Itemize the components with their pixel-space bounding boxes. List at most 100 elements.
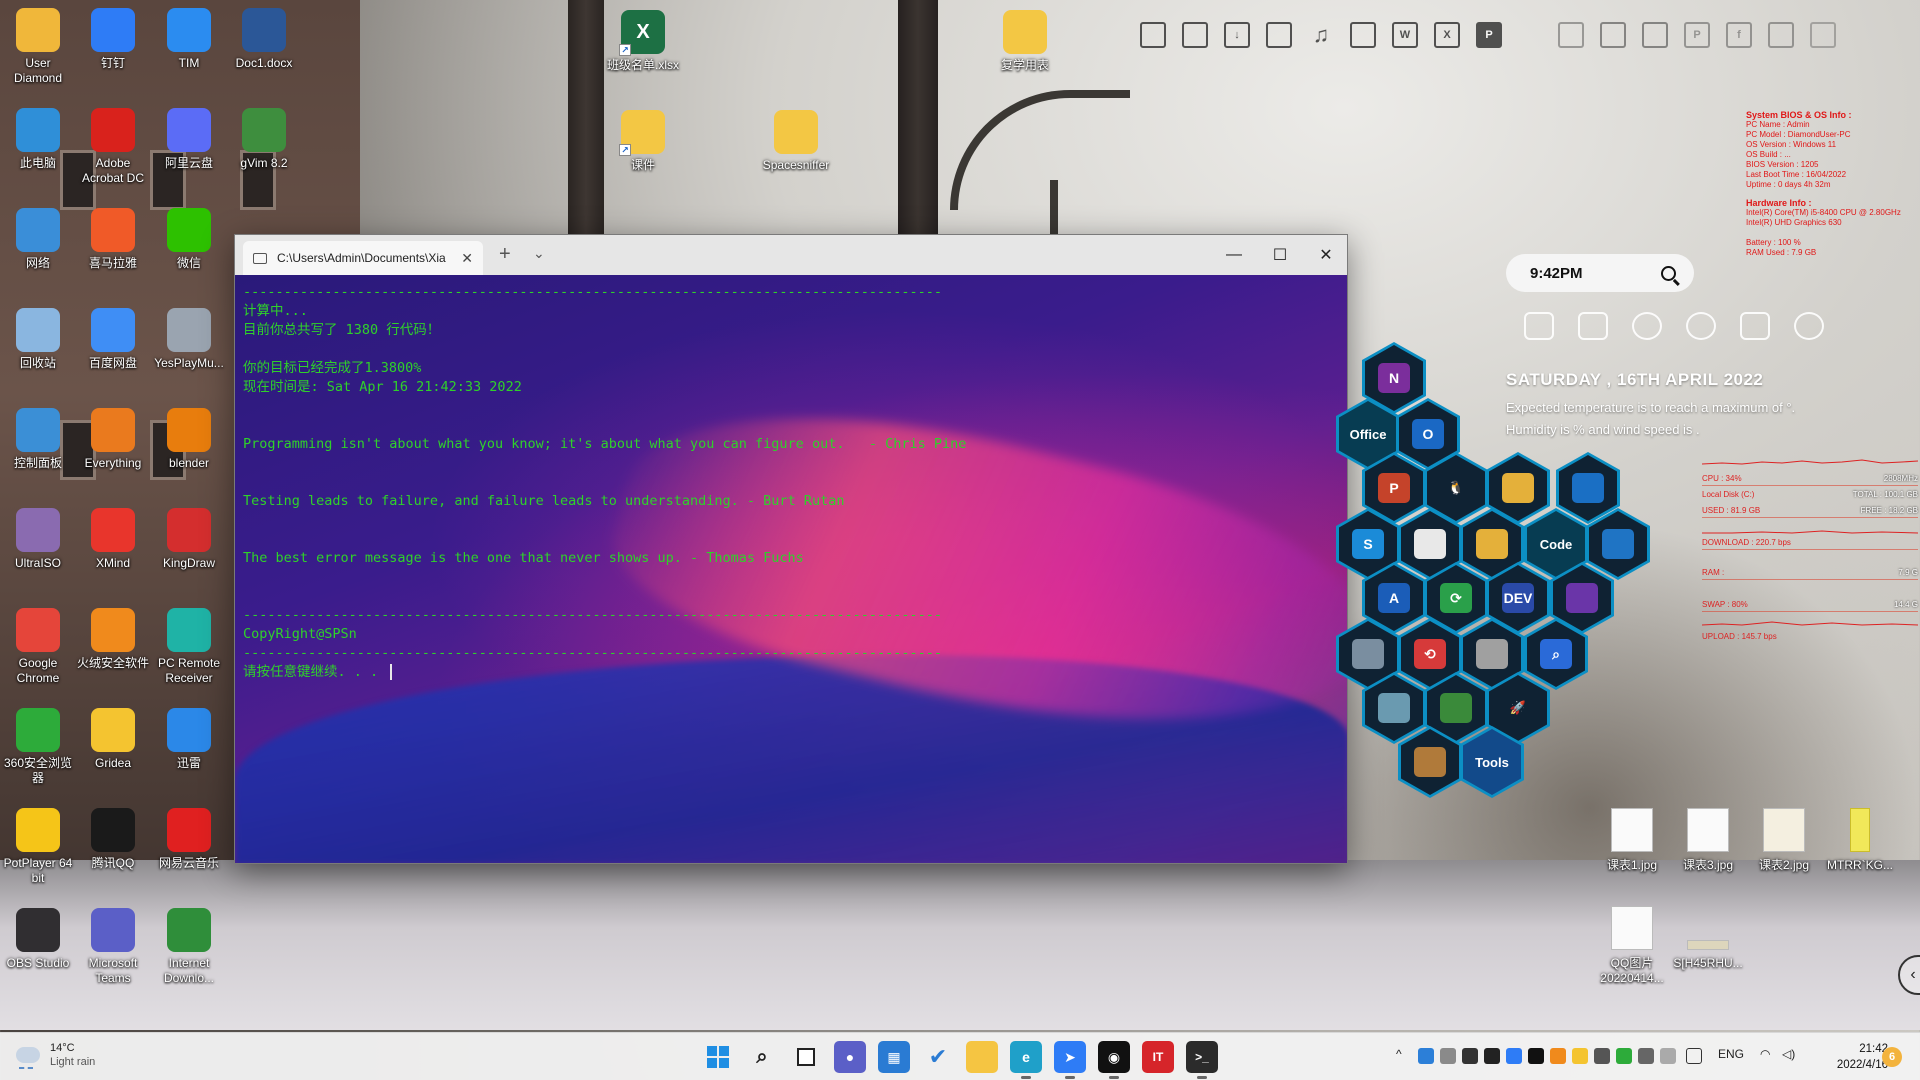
desktop-icon-5[interactable]: Adobe Acrobat DC [75, 108, 151, 190]
close-window-button[interactable]: ✕ [1303, 235, 1347, 275]
file-kebiao1[interactable]: 课表1.jpg [1594, 808, 1670, 873]
image-icon[interactable] [1266, 22, 1292, 48]
chat-icon[interactable] [1768, 22, 1794, 48]
play-icon[interactable] [1794, 312, 1824, 340]
instagram-icon[interactable] [1642, 22, 1668, 48]
search-button[interactable]: ⌕ [746, 1041, 778, 1073]
teams-chat-button[interactable]: ● [834, 1041, 866, 1073]
headphones-icon[interactable] [1686, 312, 1716, 340]
music-icon[interactable]: ♫ [1308, 22, 1334, 48]
desktop-icon-16[interactable]: blender [151, 408, 227, 490]
search-icon[interactable] [1661, 265, 1676, 281]
desktop-icon-4[interactable]: 此电脑 [0, 108, 76, 190]
notification-badge[interactable]: 6 [1882, 1047, 1902, 1067]
monitor-icon[interactable] [1140, 22, 1166, 48]
terminal-tab[interactable]: C:\Users\Admin\Documents\Xia ✕ [243, 241, 483, 275]
file-sh45rhu[interactable]: S[H45RHU... [1670, 906, 1746, 971]
desktop-icon-27[interactable]: 腾讯QQ [75, 808, 151, 890]
photos-icon[interactable] [1600, 22, 1626, 48]
desktop-icon-2[interactable]: TIM [151, 8, 227, 90]
document-icon[interactable] [1182, 22, 1208, 48]
desktop-icon-26[interactable]: PotPlayer 64 bit [0, 808, 76, 890]
download-icon[interactable]: ↓ [1224, 22, 1250, 48]
desktop-icon-19[interactable]: KingDraw [151, 508, 227, 590]
desktop-icon-12[interactable]: 百度网盘 [75, 308, 151, 390]
desktop-icon-20[interactable]: Google Chrome [0, 608, 76, 690]
desktop-icon-3[interactable]: Doc1.docx [226, 8, 302, 90]
qq-tray-icon[interactable] [1528, 1048, 1544, 1064]
store-button[interactable]: ▦ [878, 1041, 910, 1073]
wifi-icon[interactable]: ◠ [1760, 1047, 1770, 1061]
desktop-icon-9[interactable]: 喜马拉雅 [75, 208, 151, 290]
file-explorer-button[interactable] [966, 1041, 998, 1073]
globe-icon[interactable] [1632, 312, 1662, 340]
tab-close-icon[interactable]: ✕ [461, 250, 473, 267]
desktop-icon-6[interactable]: 阿里云盘 [151, 108, 227, 190]
terminal-taskbar-button[interactable]: >_ [1186, 1041, 1218, 1079]
desktop-icon-28[interactable]: 网易云音乐 [151, 808, 227, 890]
video-icon[interactable] [1350, 22, 1376, 48]
security-tray-icon[interactable] [1616, 1048, 1632, 1064]
desktop-icon-17[interactable]: UltraISO [0, 508, 76, 590]
minimize-button[interactable]: — [1211, 235, 1257, 275]
task-view-button[interactable] [790, 1041, 822, 1073]
edge-button[interactable]: e [1010, 1041, 1042, 1079]
mail-icon[interactable] [1578, 312, 1608, 340]
desktop-icon-7[interactable]: gVim 8.2 [226, 108, 302, 190]
pinterest-icon[interactable]: P [1684, 22, 1710, 48]
side-panel-toggle[interactable]: ‹ [1898, 955, 1920, 995]
qq-button[interactable]: ◉ [1098, 1041, 1130, 1079]
desktop-icon-folder-fuxue[interactable]: 复学用表 [987, 10, 1063, 92]
tray-app-icon[interactable] [1594, 1048, 1610, 1064]
desktop-icon-11[interactable]: 回收站 [0, 308, 76, 390]
pin-icon[interactable] [1558, 22, 1584, 48]
desktop-icon-31[interactable]: Internet Downlo... [151, 908, 227, 990]
todo-button[interactable]: ✔ [922, 1041, 954, 1073]
desktop-icon-10[interactable]: 微信 [151, 208, 227, 290]
youtube-icon[interactable] [1810, 22, 1836, 48]
desktop-icon-14[interactable]: 控制面板 [0, 408, 76, 490]
facebook-icon[interactable]: f [1726, 22, 1752, 48]
clock-search-widget[interactable]: 9:42PM [1506, 254, 1694, 292]
bluetooth-icon[interactable] [1462, 1048, 1478, 1064]
language-indicator[interactable]: ENG [1718, 1047, 1744, 1061]
tab-dropdown-button[interactable]: ⌄ [533, 245, 545, 262]
tray-overflow-chevron[interactable]: ^ [1396, 1047, 1402, 1061]
word-icon[interactable]: W [1392, 22, 1418, 48]
desktop-icon-8[interactable]: 网络 [0, 208, 76, 290]
file-kebiao2[interactable]: 课表2.jpg [1746, 808, 1822, 873]
new-tab-button[interactable]: + [499, 243, 511, 266]
volume-tray-icon[interactable] [1660, 1048, 1676, 1064]
desktop-icon-29[interactable]: OBS Studio [0, 908, 76, 990]
cloud-icon[interactable] [1440, 1048, 1456, 1064]
desktop-icon-1[interactable]: 钉钉 [75, 8, 151, 90]
desktop-icon-21[interactable]: 火绒安全软件 [75, 608, 151, 690]
desktop-icon-25[interactable]: 迅雷 [151, 708, 227, 790]
taskbar-clock[interactable]: 21:42 2022/4/16 [1808, 1041, 1888, 1073]
huorong-tray-icon[interactable] [1550, 1048, 1566, 1064]
ithome-button[interactable]: IT [1142, 1041, 1174, 1073]
maximize-button[interactable]: ☐ [1257, 235, 1303, 275]
powerpoint-icon[interactable]: P [1476, 22, 1502, 48]
tray-app2-icon[interactable] [1638, 1048, 1654, 1064]
weather-widget[interactable]: 14°C Light rain [16, 1041, 95, 1069]
file-kebiao3[interactable]: 课表3.jpg [1670, 808, 1746, 873]
file-qq-image[interactable]: QQ图片 20220414... [1594, 906, 1670, 986]
app-tray-icon[interactable] [1484, 1048, 1500, 1064]
desktop-icon-24[interactable]: Gridea [75, 708, 151, 790]
onedrive-icon[interactable] [1418, 1048, 1434, 1064]
dingtalk-button[interactable]: ➤ [1054, 1041, 1086, 1079]
excel-icon[interactable]: X [1434, 22, 1460, 48]
desktop-icon-23[interactable]: 360安全浏览 器 [0, 708, 76, 790]
speaker-icon[interactable]: ◁) [1782, 1047, 1795, 1061]
desktop-icon-13[interactable]: YesPlayMu... [151, 308, 227, 390]
calendar-icon[interactable] [1524, 312, 1554, 340]
start-button[interactable] [702, 1041, 734, 1073]
keyboard-icon[interactable] [1686, 1048, 1702, 1064]
file-mtrr[interactable]: MTRR`KG... [1822, 808, 1898, 873]
desktop-icon-folder-kejian[interactable]: ↗ 课件 [605, 110, 681, 192]
terminal-output[interactable]: ----------------------------------------… [235, 275, 1347, 863]
terminal-window[interactable]: C:\Users\Admin\Documents\Xia ✕ + ⌄ — ☐ ✕… [234, 234, 1348, 864]
desktop-icon-class-list-xlsx[interactable]: X ↗ 班级名单.xlsx [605, 10, 681, 92]
desktop-icon-22[interactable]: PC Remote Receiver [151, 608, 227, 690]
